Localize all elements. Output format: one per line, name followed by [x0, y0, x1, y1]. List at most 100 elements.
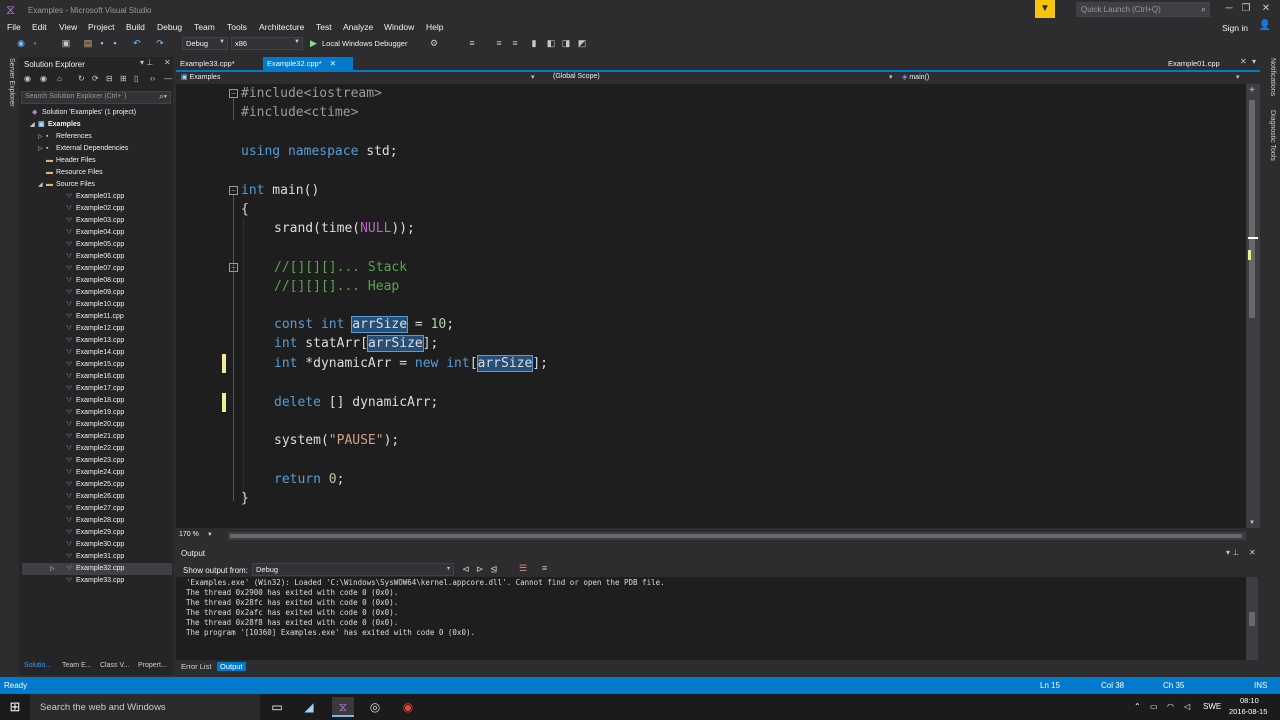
- scroll-down-icon[interactable]: ▼: [1249, 520, 1255, 526]
- close-icon[interactable]: ✕: [1249, 548, 1256, 557]
- undo-icon[interactable]: ↶: [131, 37, 143, 50]
- code-line[interactable]: const int arrSize = 10;: [274, 315, 454, 334]
- windows-start-icon[interactable]: ⊞: [0, 694, 30, 720]
- doc-tab-example33[interactable]: Example33.cpp*: [176, 57, 239, 70]
- tree-file-item[interactable]: ⁺⁄ Example31.cpp: [22, 551, 172, 563]
- refresh-icon[interactable]: ⟳: [92, 74, 99, 83]
- zoom-select[interactable]: 170 % ▼: [179, 531, 213, 538]
- bookmark-next-icon[interactable]: ◨: [560, 37, 572, 50]
- save-all-icon[interactable]: ▪: [109, 37, 121, 50]
- tree-file-item[interactable]: ⁺⁄ Example29.cpp: [22, 527, 172, 539]
- task-view-icon[interactable]: ▭: [266, 697, 288, 717]
- doc-tab-preview-example01[interactable]: Example01.cpp: [1164, 57, 1224, 70]
- close-icon[interactable]: ✕: [1240, 57, 1247, 66]
- collapse-icon[interactable]: −: [229, 263, 238, 272]
- code-line-current[interactable]: int *dynamicArr = new int[arrSize];: [274, 354, 548, 373]
- volume-icon[interactable]: ◁: [1184, 702, 1190, 711]
- tree-file-item[interactable]: ⁺⁄ Example22.cpp: [22, 443, 172, 455]
- next-message-icon[interactable]: ⊳: [476, 564, 484, 575]
- output-scrollbar-thumb[interactable]: [1249, 612, 1255, 626]
- menu-build[interactable]: Build: [126, 22, 145, 32]
- show-all-files-icon[interactable]: ⊞: [120, 74, 127, 83]
- tab-error-list[interactable]: Error List: [181, 662, 211, 671]
- visual-studio-logo-icon[interactable]: ⧖: [6, 3, 20, 17]
- code-line[interactable]: }: [241, 489, 249, 508]
- bookmark-icon[interactable]: ▮: [528, 37, 540, 50]
- tree-file-item[interactable]: ⁺⁄ Example02.cpp: [22, 203, 172, 215]
- tree-node-resource-files[interactable]: ▬ Resource Files: [38, 167, 103, 179]
- tree-project[interactable]: ◢ ▣ Examples: [30, 119, 81, 131]
- save-icon[interactable]: ▪: [96, 37, 108, 50]
- nav-scope-select[interactable]: (Global Scope) ▾: [553, 73, 898, 81]
- split-editor-icon[interactable]: +: [1249, 85, 1255, 96]
- tree-file-item[interactable]: ⁺⁄ Example01.cpp: [22, 191, 172, 203]
- notifications-tab[interactable]: Notifications: [1264, 58, 1276, 104]
- close-icon[interactable]: ✕: [1257, 2, 1275, 16]
- forward-icon[interactable]: ◉: [40, 74, 47, 83]
- nav-member-select[interactable]: ◈ main() ▾: [902, 73, 1246, 81]
- tree-file-item[interactable]: ⁺⁄ Example03.cpp: [22, 215, 172, 227]
- new-project-icon[interactable]: ▣: [60, 37, 72, 50]
- tree-file-item[interactable]: ⁺⁄ Example07.cpp: [22, 263, 172, 275]
- menu-team[interactable]: Team: [194, 22, 215, 32]
- collapse-all-icon[interactable]: ⊟: [106, 74, 113, 83]
- tab-overflow-icon[interactable]: ▾: [1252, 57, 1256, 66]
- diagnostic-tools-tab[interactable]: Diagnostic Tools: [1264, 110, 1276, 170]
- menu-edit[interactable]: Edit: [32, 22, 47, 32]
- nav-project-select[interactable]: ▣ Examples ▾: [181, 73, 541, 81]
- tree-file-item[interactable]: ⁺⁄ Example26.cpp: [22, 491, 172, 503]
- tree-file-item[interactable]: ⁺⁄ Example25.cpp: [22, 479, 172, 491]
- tray-expand-icon[interactable]: ⌃: [1134, 702, 1141, 711]
- home-icon[interactable]: ⌂: [57, 74, 62, 83]
- menu-view[interactable]: View: [59, 22, 77, 32]
- tree-file-item[interactable]: ⁺⁄ Example04.cpp: [22, 227, 172, 239]
- tree-file-item[interactable]: ⁺⁄ Example15.cpp: [22, 359, 172, 371]
- tree-file-item[interactable]: ⁺⁄ Example21.cpp: [22, 431, 172, 443]
- tree-file-item[interactable]: ⁺⁄ Example12.cpp: [22, 323, 172, 335]
- tree-node-external-dependencies[interactable]: ▷ ▪ External Dependencies: [38, 143, 128, 155]
- word-wrap-icon[interactable]: ≡: [542, 563, 547, 573]
- sign-in-link[interactable]: Sign in: [1222, 23, 1248, 33]
- tree-file-item[interactable]: ⁺⁄ Example28.cpp: [22, 515, 172, 527]
- tab-team-explorer[interactable]: Team E...: [62, 662, 92, 669]
- code-line[interactable]: return 0;: [274, 470, 344, 489]
- close-icon[interactable]: ✕: [164, 58, 171, 67]
- menu-test[interactable]: Test: [316, 22, 332, 32]
- tree-solution[interactable]: ◆ Solution 'Examples' (1 project): [24, 107, 136, 119]
- code-line[interactable]: using namespace std;: [241, 142, 398, 161]
- code-line[interactable]: int statArr[arrSize];: [274, 334, 438, 353]
- language-indicator[interactable]: SWE: [1203, 702, 1221, 711]
- code-line[interactable]: #include<ctime>: [241, 103, 358, 122]
- prev-message-icon[interactable]: ⊴: [490, 564, 498, 575]
- tab-properties[interactable]: Propert...: [138, 662, 167, 669]
- clear-all-icon[interactable]: ☰: [519, 563, 527, 574]
- chevron-right-icon[interactable]: ▷: [50, 563, 55, 575]
- quick-launch-input[interactable]: Quick Launch (Ctrl+Q) ⌕: [1076, 2, 1210, 17]
- forward-icon[interactable]: ◦: [30, 37, 40, 50]
- feedback-filter-icon[interactable]: ▼: [1035, 0, 1055, 18]
- open-file-icon[interactable]: ▤: [82, 37, 94, 50]
- tree-file-item[interactable]: ⁺⁄ Example18.cpp: [22, 395, 172, 407]
- tree-file-item[interactable]: ⁺⁄ Example23.cpp: [22, 455, 172, 467]
- pending-changes-icon[interactable]: ↻: [78, 74, 85, 83]
- start-debugger-button[interactable]: Local Windows Debugger: [322, 39, 407, 48]
- tree-file-item[interactable]: ⁺⁄ Example20.cpp: [22, 419, 172, 431]
- pin-icon[interactable]: ▾ ⊥: [140, 58, 153, 67]
- play-icon[interactable]: ▶: [310, 38, 317, 49]
- code-line[interactable]: //[][][]... Heap: [274, 277, 399, 296]
- search-icon[interactable]: ⌕: [1201, 4, 1206, 15]
- collapse-icon[interactable]: −: [229, 89, 238, 98]
- app-icon[interactable]: ◢: [298, 697, 320, 717]
- tree-node-source-files[interactable]: ◢ ▬ Source Files: [38, 179, 95, 191]
- tree-file-item[interactable]: ⁺⁄ Example27.cpp: [22, 503, 172, 515]
- tree-file-item[interactable]: ⁺⁄ Example11.cpp: [22, 311, 172, 323]
- comment-icon[interactable]: ≡: [509, 37, 521, 50]
- properties-icon[interactable]: ▯: [134, 74, 138, 83]
- find-message-icon[interactable]: ⊲: [462, 564, 470, 575]
- tree-file-item[interactable]: ⁺⁄ Example13.cpp: [22, 335, 172, 347]
- tree-file-item[interactable]: ⁺⁄ Example08.cpp: [22, 275, 172, 287]
- tree-node-header-files[interactable]: ▬ Header Files: [38, 155, 96, 167]
- code-line[interactable]: srand(time(NULL));: [274, 219, 415, 238]
- bookmark-clear-icon[interactable]: ◩: [576, 37, 588, 50]
- tree-file-item[interactable]: ⁺⁄ Example33.cpp: [22, 575, 172, 587]
